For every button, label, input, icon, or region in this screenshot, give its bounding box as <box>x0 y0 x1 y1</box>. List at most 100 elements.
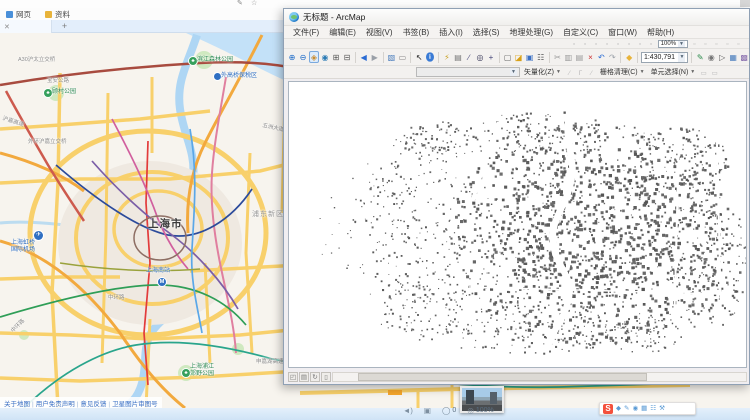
delete-icon[interactable]: × <box>585 51 595 63</box>
tab-close-icon[interactable]: ✕ <box>4 23 10 31</box>
editor-pencil-icon[interactable]: ✎ <box>695 51 705 63</box>
editor-sketch-icon[interactable]: ▷ <box>717 51 727 63</box>
pan-icon[interactable]: ◈ <box>309 51 319 63</box>
menu-自定义(C)[interactable]: 自定义(C) <box>558 27 603 38</box>
redo-icon[interactable]: ↷ <box>607 51 617 63</box>
scale-combo[interactable]: 1:430,791▼ <box>641 52 689 63</box>
zoom-level-icon[interactable]: ◎100% <box>467 406 493 415</box>
copy-icon[interactable]: ▥ <box>563 51 573 63</box>
html-popup-icon[interactable]: ▤ <box>453 51 463 63</box>
arcmap-window[interactable]: 无标题 - ArcMap 文件(F)编辑(E)视图(V)书签(B)插入(I)选择… <box>283 8 750 385</box>
layout-zoom-combo[interactable]: 100%▼ <box>658 40 688 48</box>
identify-icon[interactable]: ℹ <box>426 52 434 62</box>
volume-icon[interactable]: ◄) <box>403 406 413 415</box>
refresh-button[interactable]: ↻ <box>310 372 320 382</box>
menu-地理处理(G)[interactable]: 地理处理(G) <box>504 27 558 38</box>
airport-marker-icon[interactable]: ✈ <box>34 231 43 240</box>
star-icon[interactable]: ☆ <box>251 0 257 8</box>
zoom-in-icon[interactable]: ⊕ <box>287 51 297 63</box>
park-marker-icon[interactable]: ♣ <box>44 89 52 97</box>
zoom-whole-page-icon-icon[interactable]: ▫ <box>570 39 579 48</box>
footer-link[interactable]: 卫星图片审图号 <box>112 401 158 408</box>
trace-between-points-icon[interactable]: Γ <box>576 68 585 77</box>
footer-link[interactable]: 关于地图 <box>4 401 30 408</box>
full-extent-icon[interactable]: ◉ <box>320 51 330 63</box>
erase-icon[interactable]: ▭ <box>699 68 708 77</box>
park-marker-icon[interactable]: ♣ <box>189 57 197 65</box>
menu-选择(S)[interactable]: 选择(S) <box>468 27 505 38</box>
shield-count-icon[interactable]: ◯0 <box>442 406 456 415</box>
select-elements-icon[interactable]: ↖ <box>414 51 424 63</box>
print-icon[interactable]: ☷ <box>536 51 546 63</box>
metro-marker-icon[interactable]: M <box>158 278 166 286</box>
board-icon[interactable]: ▦ <box>641 403 647 414</box>
data-driven-next-icon-icon[interactable]: ▫ <box>723 39 732 48</box>
save-icon[interactable]: ▣ <box>525 51 535 63</box>
fixed-zoom-out-icon-icon[interactable]: ▫ <box>614 39 623 48</box>
open-icon[interactable]: ◪ <box>514 51 524 63</box>
vectorize-menu[interactable]: 矢量化(Z)▼ <box>522 67 563 77</box>
vectorization-trace-icon[interactable]: ∕ <box>587 68 596 77</box>
menu-编辑(E)[interactable]: 编辑(E) <box>324 27 361 38</box>
data-driven-page-icon-icon[interactable]: ▫ <box>712 39 721 48</box>
fixed-zoom-in-icon-icon[interactable]: ▫ <box>603 39 612 48</box>
park-marker-icon[interactable]: ♣ <box>182 369 190 377</box>
menu-书签(B)[interactable]: 书签(B) <box>398 27 435 38</box>
toolbox-icon[interactable]: ⚒ <box>659 403 665 414</box>
editor-attributes-icon[interactable]: ▦ <box>728 51 738 63</box>
voice-icon[interactable]: ◉ <box>632 403 638 414</box>
browser-tab[interactable]: ✕ <box>0 20 52 33</box>
undo-icon[interactable]: ↶ <box>596 51 606 63</box>
data-view-button[interactable]: ◰ <box>288 372 298 382</box>
select-features-icon[interactable]: ▧ <box>386 51 396 63</box>
footer-link[interactable]: 用户免责声明 <box>36 401 75 408</box>
add-data-icon[interactable]: ◆ <box>624 51 634 63</box>
menu-窗口(W)[interactable]: 窗口(W) <box>603 27 642 38</box>
hyperlink-icon[interactable]: ⚡ <box>442 51 452 63</box>
raster-cleanup-menu[interactable]: 栅格清理(C)▼ <box>598 67 647 77</box>
magic-erase-icon[interactable]: ▭ <box>710 68 719 77</box>
new-tab-button[interactable]: + <box>58 20 71 33</box>
pause-drawing-button[interactable]: ▯ <box>321 372 331 382</box>
print-preview-icon-icon[interactable]: ▫ <box>734 39 743 48</box>
pen-icon[interactable]: ✎ <box>624 403 629 414</box>
find-icon[interactable]: ◎ <box>475 51 485 63</box>
back-icon[interactable]: ◀ <box>359 51 369 63</box>
arcmap-title-bar[interactable]: 无标题 - ArcMap <box>284 9 749 26</box>
forward-extent-icon-icon[interactable]: ▫ <box>647 39 656 48</box>
toggle-draft-icon-icon[interactable]: ▫ <box>690 39 699 48</box>
bookmark-item[interactable]: 资料 <box>45 9 70 20</box>
menu-插入(I)[interactable]: 插入(I) <box>434 27 468 38</box>
new-document-icon[interactable]: ▢ <box>503 51 513 63</box>
clear-selection-icon[interactable]: ▭ <box>397 51 407 63</box>
menu-文件(F)[interactable]: 文件(F) <box>288 27 324 38</box>
footer-link[interactable]: 意见反馈 <box>80 401 106 408</box>
pan-layout-icon-icon[interactable]: ▫ <box>592 39 601 48</box>
scrollbar-thumb[interactable] <box>358 373 647 381</box>
sogou-logo[interactable]: S <box>603 404 613 414</box>
editor-target-icon[interactable]: ◉ <box>706 51 716 63</box>
skin-icon[interactable]: ☷ <box>650 403 656 414</box>
fixed-zoom-out-icon[interactable]: ⊟ <box>342 51 352 63</box>
forward-icon[interactable]: ▶ <box>370 51 380 63</box>
fixed-zoom-in-icon[interactable]: ⊞ <box>331 51 341 63</box>
cell-selection-menu[interactable]: 单元选择(N)▼ <box>649 67 698 77</box>
arcmap-map-canvas[interactable] <box>288 81 747 368</box>
zoom-out-icon[interactable]: ⊖ <box>298 51 308 63</box>
poi-marker-icon[interactable] <box>214 73 221 80</box>
horizontal-scrollbar[interactable] <box>332 372 747 382</box>
sogou-input-bar[interactable]: S ◆✎◉▦☷⚒ <box>599 402 696 415</box>
edit-icon[interactable]: ✎ <box>237 0 243 8</box>
paste-icon[interactable]: ▤ <box>574 51 584 63</box>
focus-frame-icon-icon[interactable]: ▫ <box>701 39 710 48</box>
map-footer-links[interactable]: 关于地图|用户免责声明|意见反馈|卫星图片审图号 <box>0 397 162 408</box>
back-extent-icon-icon[interactable]: ▫ <box>636 39 645 48</box>
generate-features-icon[interactable]: ∕ <box>565 68 574 77</box>
editor-window-icon[interactable]: ▩ <box>739 51 749 63</box>
input-mode-icon[interactable]: ◆ <box>616 403 621 414</box>
menu-帮助(H)[interactable]: 帮助(H) <box>642 27 679 38</box>
refresh-view-icon-icon[interactable]: ▫ <box>625 39 634 48</box>
measure-icon[interactable]: ∕ <box>464 51 474 63</box>
cut-icon[interactable]: ✂ <box>552 51 562 63</box>
goto-xy-icon[interactable]: + <box>486 51 496 63</box>
